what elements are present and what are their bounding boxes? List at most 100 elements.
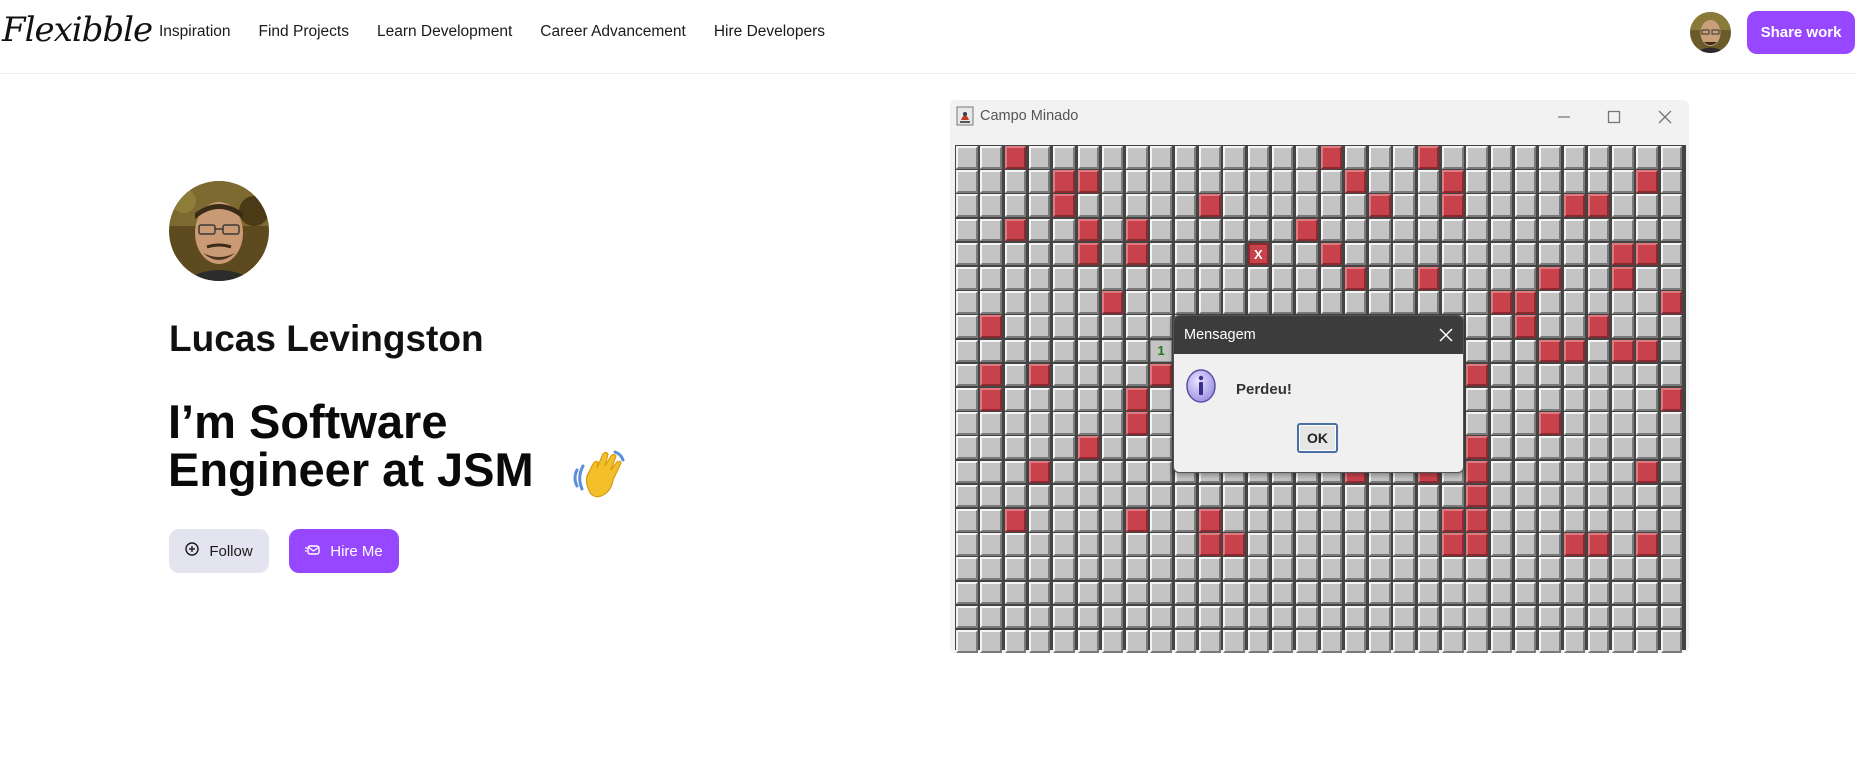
- mine-cell[interactable]: [1393, 194, 1415, 217]
- dialog-close-icon[interactable]: [1436, 325, 1456, 345]
- mine-cell[interactable]: [1636, 388, 1658, 411]
- mine-cell[interactable]: [1563, 484, 1585, 508]
- mine-cell[interactable]: [1442, 218, 1464, 242]
- mine-cell[interactable]: [1077, 509, 1099, 532]
- mine-cell[interactable]: [1004, 557, 1027, 580]
- mine-cell[interactable]: [1466, 218, 1488, 242]
- mine-cell[interactable]: [1563, 242, 1585, 266]
- mine-cell[interactable]: [980, 339, 1002, 363]
- mine-cell[interactable]: [1587, 484, 1610, 508]
- mine-cell[interactable]: [1660, 581, 1683, 605]
- mine-cell[interactable]: [1660, 630, 1683, 653]
- mine-cell[interactable]: [1271, 533, 1294, 556]
- mine-cell[interactable]: [980, 581, 1002, 605]
- mine-cell[interactable]: [1247, 146, 1270, 169]
- mine-cell[interactable]: [956, 630, 978, 653]
- mine-cell[interactable]: [1150, 315, 1172, 338]
- mine-cell[interactable]: [980, 460, 1002, 484]
- mine-cell[interactable]: [1490, 581, 1513, 605]
- mine-cell[interactable]: [980, 412, 1002, 435]
- mine-cell[interactable]: [1150, 291, 1172, 314]
- mine-cell[interactable]: [956, 194, 978, 217]
- mine-cell[interactable]: [1101, 218, 1124, 242]
- mine-cell[interactable]: [1077, 581, 1099, 605]
- mine-cell[interactable]: [1199, 218, 1221, 242]
- mine-cell-revealed[interactable]: [1442, 509, 1464, 532]
- mine-cell[interactable]: [1004, 484, 1027, 508]
- mine-cell[interactable]: [1344, 581, 1367, 605]
- mine-cell[interactable]: [1539, 315, 1561, 338]
- mine-cell-revealed[interactable]: [1660, 291, 1683, 314]
- mine-cell[interactable]: [1417, 533, 1440, 556]
- mine-cell-revealed[interactable]: [1417, 146, 1440, 169]
- mine-cell[interactable]: [1514, 242, 1537, 266]
- mine-cell[interactable]: [1199, 605, 1221, 629]
- mine-cell[interactable]: [1417, 291, 1440, 314]
- dialog-ok-button[interactable]: OK: [1297, 423, 1338, 453]
- mine-cell[interactable]: [1271, 557, 1294, 580]
- mine-cell-revealed[interactable]: [1077, 242, 1099, 266]
- mine-cell[interactable]: [1101, 267, 1124, 290]
- mine-cell[interactable]: [1466, 605, 1488, 629]
- mine-cell[interactable]: [1539, 436, 1561, 459]
- mine-cell[interactable]: [1563, 630, 1585, 653]
- mine-cell[interactable]: [1028, 533, 1051, 556]
- mine-cell[interactable]: [1296, 581, 1318, 605]
- mine-cell[interactable]: [1636, 194, 1658, 217]
- mine-cell[interactable]: [1150, 146, 1172, 169]
- mine-cell[interactable]: [956, 581, 978, 605]
- flexibble-logo[interactable]: Flexibble: [2, 10, 153, 50]
- mine-cell-revealed[interactable]: [1612, 339, 1634, 363]
- mine-cell[interactable]: [1466, 267, 1488, 290]
- mine-cell[interactable]: [1174, 170, 1197, 193]
- mine-cell[interactable]: [1514, 363, 1537, 387]
- mine-cell[interactable]: [980, 533, 1002, 556]
- share-work-button[interactable]: Share work: [1747, 11, 1855, 54]
- mine-cell[interactable]: [1101, 194, 1124, 217]
- mine-cell[interactable]: [1101, 315, 1124, 338]
- mine-cell[interactable]: [956, 146, 978, 169]
- mine-cell[interactable]: [1077, 339, 1099, 363]
- mine-cell[interactable]: [1563, 509, 1585, 532]
- mine-cell[interactable]: [956, 509, 978, 532]
- mine-cell[interactable]: [1101, 605, 1124, 629]
- mine-cell-revealed[interactable]: [1466, 460, 1488, 484]
- mine-cell[interactable]: [1466, 315, 1488, 338]
- mine-cell[interactable]: [1490, 339, 1513, 363]
- mine-cell[interactable]: [1174, 484, 1197, 508]
- mine-cell[interactable]: [1004, 412, 1027, 435]
- mine-cell-revealed[interactable]: [1587, 315, 1610, 338]
- mine-cell[interactable]: [1490, 194, 1513, 217]
- mine-cell[interactable]: [1636, 146, 1658, 169]
- mine-cell[interactable]: [1028, 605, 1051, 629]
- mine-cell[interactable]: [1150, 218, 1172, 242]
- mine-cell[interactable]: [1369, 557, 1391, 580]
- mine-cell[interactable]: [956, 267, 978, 290]
- mine-cell[interactable]: [1344, 484, 1367, 508]
- mine-cell[interactable]: [1101, 509, 1124, 532]
- mine-cell-revealed[interactable]: [1053, 170, 1075, 193]
- mine-cell[interactable]: [980, 267, 1002, 290]
- mine-cell-revealed[interactable]: [1223, 533, 1245, 556]
- mine-cell[interactable]: [1369, 242, 1391, 266]
- mine-cell[interactable]: [1028, 484, 1051, 508]
- mine-cell[interactable]: [1126, 557, 1148, 580]
- mine-cell[interactable]: [1660, 170, 1683, 193]
- mine-cell[interactable]: [1320, 605, 1342, 629]
- mine-cell[interactable]: [1320, 630, 1342, 653]
- mine-cell[interactable]: [1369, 146, 1391, 169]
- mine-cell[interactable]: [956, 218, 978, 242]
- mine-cell[interactable]: [1563, 581, 1585, 605]
- mine-cell[interactable]: [1004, 194, 1027, 217]
- mine-cell[interactable]: [1563, 146, 1585, 169]
- mine-cell[interactable]: [1369, 267, 1391, 290]
- mine-cell-revealed[interactable]: [1539, 339, 1561, 363]
- mine-cell[interactable]: [1126, 339, 1148, 363]
- mine-cell[interactable]: [1126, 194, 1148, 217]
- mine-cell[interactable]: [1587, 339, 1610, 363]
- mine-cell[interactable]: [1077, 388, 1099, 411]
- mine-cell[interactable]: [1587, 605, 1610, 629]
- mine-cell[interactable]: [1442, 291, 1464, 314]
- mine-cell[interactable]: [1150, 242, 1172, 266]
- mine-cell[interactable]: [1199, 484, 1221, 508]
